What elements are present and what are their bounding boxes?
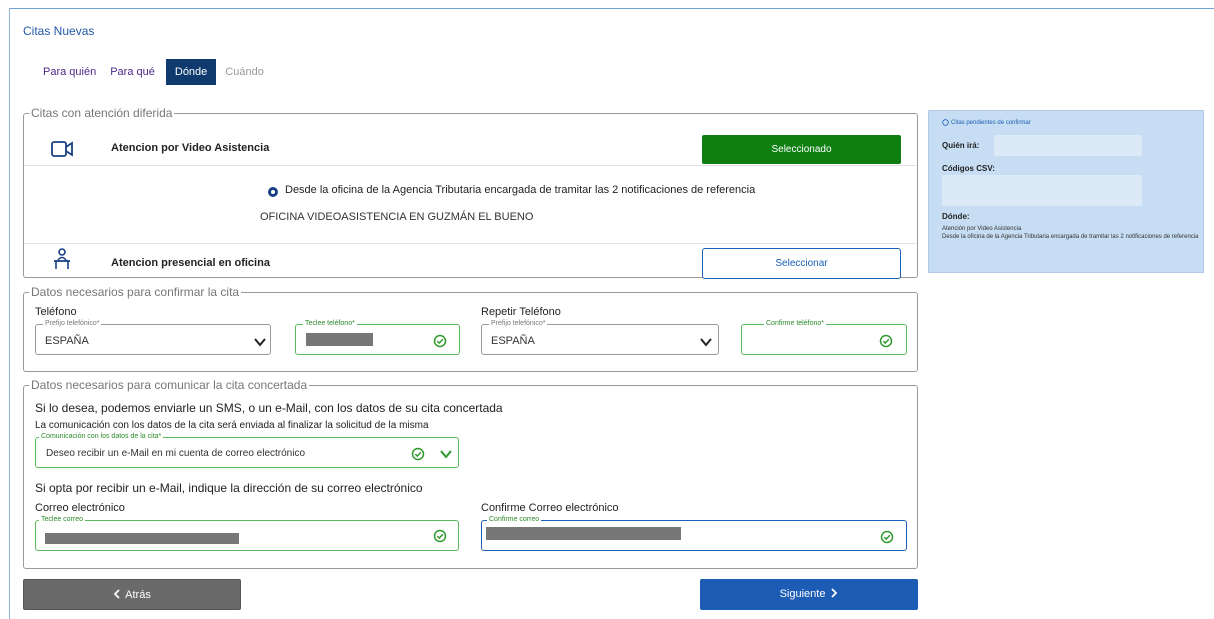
next-label: Siguiente — [779, 588, 826, 600]
deferred-appointments-section: Citas con atención diferida Atencion por… — [23, 106, 918, 279]
confirm-legend: Datos necesarios para confirmar la cita — [31, 285, 240, 299]
email-hint: Si opta por recibir un e-Mail, indique l… — [35, 481, 423, 495]
frame-top-border — [9, 8, 1214, 9]
office-radio[interactable] — [268, 187, 278, 197]
prefix-label: Prefijo telefónico* — [43, 319, 102, 328]
email-label: Correo electrónico — [35, 502, 125, 514]
sms-email-info: Si lo desea, podemos enviarle un SMS, o … — [35, 401, 503, 415]
phone-label: Teléfono — [35, 306, 77, 318]
communication-channel-select[interactable]: Comunicación con los datos de la cita* D… — [35, 432, 459, 468]
step-tabs: Para quién Para qué Dónde Cuándo — [36, 59, 271, 85]
office-radio-label: Desde la oficina de la Agencia Tributari… — [285, 184, 756, 196]
repeat-prefix-select[interactable]: Prefijo telefónico* ESPAÑA — [481, 319, 719, 355]
tab-para-que[interactable]: Para qué — [103, 59, 162, 85]
tab-cuando: Cuándo — [225, 66, 264, 78]
csv-value — [942, 175, 1142, 206]
confirm-email-field-label: Confirme correo — [487, 515, 542, 524]
channel-value: Deseo recibir un e-Mail en mi cuenta de … — [46, 448, 306, 459]
confirm-email-input[interactable]: Confirme correo — [481, 515, 907, 551]
chevron-left-icon — [113, 589, 120, 599]
back-button[interactable]: Atrás — [23, 579, 241, 610]
frame-left-border — [9, 8, 10, 619]
chevron-down-icon — [440, 450, 452, 459]
repeat-prefix-label: Prefijo telefónico* — [489, 319, 548, 328]
presencial-option-row: Atencion presencial en oficina Seleccion… — [24, 244, 917, 284]
chevron-down-icon — [700, 338, 712, 347]
chevron-down-icon — [254, 338, 266, 347]
video-details: Desde la oficina de la Agencia Tributari… — [24, 166, 917, 244]
redacted-email — [45, 533, 239, 544]
check-circle-icon — [433, 334, 447, 348]
prefix-select[interactable]: Prefijo telefónico* ESPAÑA — [35, 319, 271, 355]
page-title: Citas Nuevas — [23, 24, 95, 38]
confirm-phone-label: Confirme teléfono* — [764, 319, 826, 328]
email-input[interactable]: Teclee correo — [35, 515, 459, 551]
tab-para-quien[interactable]: Para quién — [36, 59, 103, 85]
video-selected-button[interactable]: Seleccionado — [702, 135, 901, 164]
communication-note: La comunicación con los datos de la cita… — [35, 420, 429, 431]
redacted-confirm-email — [486, 527, 681, 540]
phone-input[interactable]: Teclee teléfono* — [295, 319, 460, 355]
chevron-right-icon — [831, 588, 838, 598]
office-name: OFICINA VIDEOASISTENCIA EN GUZMÁN EL BUE… — [260, 211, 534, 223]
check-circle-icon — [879, 334, 893, 348]
channel-label: Comunicación con los datos de la cita* — [39, 432, 164, 441]
back-label: Atrás — [125, 589, 151, 601]
redacted-phone — [306, 333, 373, 346]
panel-heading: Citas pendientes de confirmar — [951, 120, 1031, 126]
confirm-phone-input[interactable]: Confirme teléfono* — [741, 319, 907, 355]
check-circle-icon — [411, 447, 425, 461]
donde-line2: Desde la oficina de la Agencia Tributari… — [942, 234, 1199, 240]
prefix-value: ESPAÑA — [45, 335, 89, 347]
phone-field-label: Teclee teléfono* — [303, 319, 357, 328]
video-option-row: Atencion por Video Asistencia Selecciona… — [24, 130, 917, 166]
communicate-legend: Datos necesarios para comunicar la cita … — [31, 378, 308, 392]
donde-label: Dónde: — [942, 212, 970, 221]
csv-label: Códigos CSV: — [942, 164, 995, 173]
check-circle-icon — [433, 529, 447, 543]
donde-line1: Atención por Video Asistencia — [942, 226, 1022, 232]
video-option-title: Atencion por Video Asistencia — [111, 142, 270, 154]
repeat-prefix-value: ESPAÑA — [491, 335, 535, 347]
confirm-email-label: Confirme Correo electrónico — [481, 502, 619, 514]
quien-label: Quién irá: — [942, 141, 980, 150]
repeat-phone-label: Repetir Teléfono — [481, 306, 561, 318]
next-button[interactable]: Siguiente — [700, 579, 918, 610]
quien-value — [994, 135, 1142, 156]
tab-donde[interactable]: Dónde — [165, 59, 217, 85]
deferred-legend: Citas con atención diferida — [31, 106, 173, 120]
pending-appointments-panel: Citas pendientes de confirmar Quién irá:… — [928, 110, 1204, 273]
presencial-option-title: Atencion presencial en oficina — [111, 257, 270, 269]
presencial-select-button[interactable]: Seleccionar — [702, 248, 901, 279]
email-field-label: Teclee correo — [39, 515, 86, 524]
video-icon — [51, 141, 73, 157]
person-desk-icon — [54, 248, 70, 269]
info-icon — [942, 119, 949, 126]
check-circle-icon — [880, 530, 894, 544]
